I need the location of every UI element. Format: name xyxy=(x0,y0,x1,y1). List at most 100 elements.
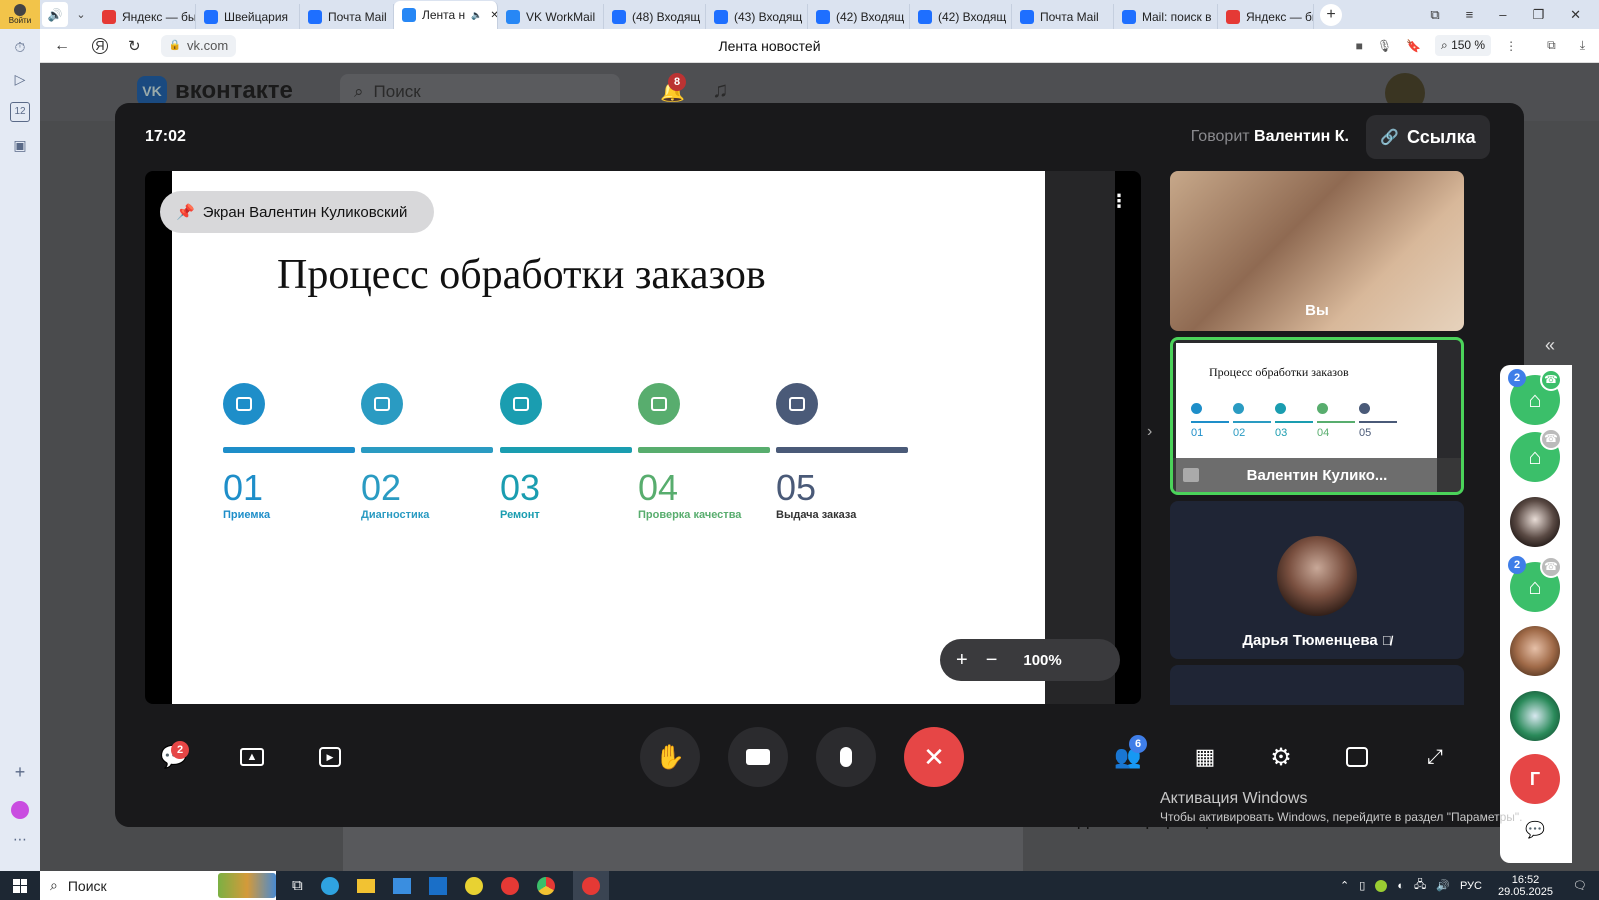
browser-tab[interactable]: (43) Входящ xyxy=(706,4,808,29)
participant-tile-self[interactable]: Вы xyxy=(1170,171,1464,331)
restore-icon[interactable]: ❐ xyxy=(1532,7,1544,23)
rail-chat-6[interactable] xyxy=(1510,691,1560,741)
copy-link-button[interactable]: 🔗 Ссылка xyxy=(1366,115,1490,159)
step-icon xyxy=(361,383,403,425)
menu-icon[interactable]: ≡ xyxy=(1466,7,1474,23)
thumb-step-icon xyxy=(1359,403,1370,414)
browser-tab[interactable]: (42) Входящ xyxy=(910,4,1012,29)
chrome-icon[interactable] xyxy=(536,876,555,895)
tray-chevron-icon[interactable]: ⌃ xyxy=(1340,879,1349,892)
new-tab-button[interactable]: + xyxy=(1320,3,1342,26)
close-icon[interactable]: ✕ xyxy=(1570,7,1581,23)
clock[interactable]: 16:52 29.05.2025 xyxy=(1498,874,1553,898)
zoom-indicator[interactable]: ⌕ 150 % xyxy=(1435,35,1492,56)
settings-button[interactable]: ⚙ xyxy=(1261,737,1301,777)
activation-title: Активация Windows xyxy=(1160,790,1308,807)
participant-tile-presenter[interactable]: Процесс обработки заказов 01 02 03 04 05 Вал… xyxy=(1170,337,1464,495)
yandex-icon[interactable]: Я xyxy=(92,37,108,54)
kebab-icon[interactable]: ⋮ xyxy=(1505,39,1517,53)
share-screen-button[interactable]: ▲ xyxy=(232,737,272,777)
rail-chat-3[interactable] xyxy=(1510,497,1560,547)
tab-favicon-icon xyxy=(612,9,626,24)
browser-tab[interactable]: Лента н 🔈 ✕ xyxy=(394,1,498,29)
pinned-screen-chip[interactable]: 📌 Экран Валентин Куликовский xyxy=(160,191,434,233)
presentation-slide: Процесс обработки заказов 01 Приемка 02 Диа… xyxy=(172,171,1045,704)
picture-in-picture-button[interactable] xyxy=(1337,737,1377,777)
reload-icon[interactable]: ↻ xyxy=(128,37,141,55)
end-call-button[interactable]: ✕ xyxy=(904,727,964,787)
video-cam-indicator-icon[interactable]: ■ xyxy=(1356,39,1363,53)
add-panel-icon[interactable]: + xyxy=(10,762,30,782)
back-icon[interactable]: ← xyxy=(54,37,70,55)
browser-tab[interactable]: Mail: поиск в xyxy=(1114,4,1218,29)
participant-tile-partial[interactable] xyxy=(1170,665,1464,705)
chat-bubble-icon[interactable]: 💬 xyxy=(1525,820,1545,840)
history-icon[interactable]: ⏱ xyxy=(10,37,30,57)
browser-tab[interactable]: (42) Входящ xyxy=(808,4,910,29)
windows-activation-watermark: Активация Windows Чтобы активировать Win… xyxy=(1160,790,1523,824)
alice-icon[interactable] xyxy=(10,800,30,820)
vk-logo[interactable]: VK вконтакте xyxy=(137,76,293,106)
tray-app-icon[interactable] xyxy=(1375,879,1388,892)
edge-icon[interactable] xyxy=(320,876,339,895)
layout-grid-button[interactable]: ▦ xyxy=(1185,737,1225,777)
browser-tab[interactable]: Швейцария xyxy=(196,4,300,29)
play-icon[interactable]: ▷ xyxy=(10,69,30,89)
taskbar-search[interactable]: ⌕ Поиск xyxy=(40,871,276,900)
more-icon[interactable]: ⋯ xyxy=(10,829,30,849)
bookmark-icon[interactable]: 🔖 xyxy=(1406,39,1421,53)
microphone-button[interactable] xyxy=(816,727,876,787)
download-icon[interactable]: ⤓ xyxy=(1580,38,1585,53)
browser-tab[interactable]: Яндекс — бы xyxy=(94,4,196,29)
fullscreen-button[interactable]: ⤢ xyxy=(1415,737,1455,777)
profile-button[interactable]: Войти xyxy=(0,0,40,29)
outlook-icon[interactable] xyxy=(428,876,447,895)
chevron-right-icon[interactable]: › xyxy=(1147,423,1152,441)
tab-close-icon[interactable]: ✕ xyxy=(490,10,497,21)
record-icon: ▶ xyxy=(319,747,341,767)
link-icon: 🔗 xyxy=(1380,129,1400,146)
calendar-icon[interactable]: 12 xyxy=(10,102,30,122)
explorer-icon[interactable] xyxy=(356,878,375,893)
browser-tab[interactable]: VK WorkMail xyxy=(498,4,604,29)
collapse-rail-icon[interactable]: « xyxy=(1545,335,1555,356)
yandex-browser-icon[interactable] xyxy=(572,871,609,900)
raise-hand-button[interactable]: ✋ xyxy=(640,727,700,787)
music-icon[interactable]: ♫ xyxy=(712,77,729,103)
screen-share-stage[interactable]: Процесс обработки заказов 01 Приемка 02 Диа… xyxy=(145,171,1141,704)
tab-label: (43) Входящ xyxy=(734,9,803,24)
task-view-icon[interactable]: ⧉ xyxy=(292,877,303,894)
camera-button[interactable] xyxy=(728,727,788,787)
yandex-app-icon[interactable] xyxy=(500,876,519,895)
notifications-icon[interactable]: 🗨 xyxy=(1573,879,1587,892)
stage-menu-icon[interactable]: ⋮ xyxy=(1110,191,1128,212)
network-icon[interactable]: 🖧 xyxy=(1414,876,1426,895)
url-field[interactable]: 🔒 vk.com xyxy=(160,34,237,57)
tab-list-button[interactable]: ⌄ xyxy=(68,2,94,27)
camera-icon[interactable]: ▣ xyxy=(10,135,30,155)
app-icon[interactable] xyxy=(464,876,483,895)
language-indicator[interactable]: РУС xyxy=(1460,880,1482,892)
rail-chat-5[interactable] xyxy=(1510,626,1560,676)
browser-tab[interactable]: Яндекс — бы xyxy=(1218,4,1314,29)
tray-device-icon[interactable]: ▯ xyxy=(1359,879,1365,892)
extensions-icon[interactable]: ⧉ xyxy=(1547,38,1556,53)
store-icon[interactable] xyxy=(392,877,411,894)
record-button[interactable]: ▶ xyxy=(310,737,350,777)
start-button[interactable] xyxy=(0,871,40,900)
microphone-icon xyxy=(840,747,852,767)
tray-app2-icon[interactable]: ◐ xyxy=(1397,880,1404,892)
mic-indicator-icon[interactable]: 🎙 xyxy=(1377,39,1392,53)
browser-tab[interactable]: Почта Mail xyxy=(1012,4,1114,29)
collections-icon[interactable]: ⧉ xyxy=(1430,7,1439,23)
participant-tile-daria[interactable]: Дарья Тюменцева 🎙̸ xyxy=(1170,501,1464,659)
tab-audio-button[interactable]: 🔊 xyxy=(42,2,68,27)
minimize-icon[interactable]: – xyxy=(1499,7,1506,23)
tab-audio-icon[interactable]: 🔈 xyxy=(471,10,482,21)
volume-icon[interactable]: 🔊 xyxy=(1436,879,1450,892)
zoom-out-button[interactable]: − xyxy=(986,649,998,672)
browser-tab[interactable]: (48) Входящ xyxy=(604,4,706,29)
pip-icon xyxy=(1346,747,1368,767)
browser-tab[interactable]: Почта Mail xyxy=(300,4,394,29)
zoom-in-button[interactable]: + xyxy=(956,649,968,672)
